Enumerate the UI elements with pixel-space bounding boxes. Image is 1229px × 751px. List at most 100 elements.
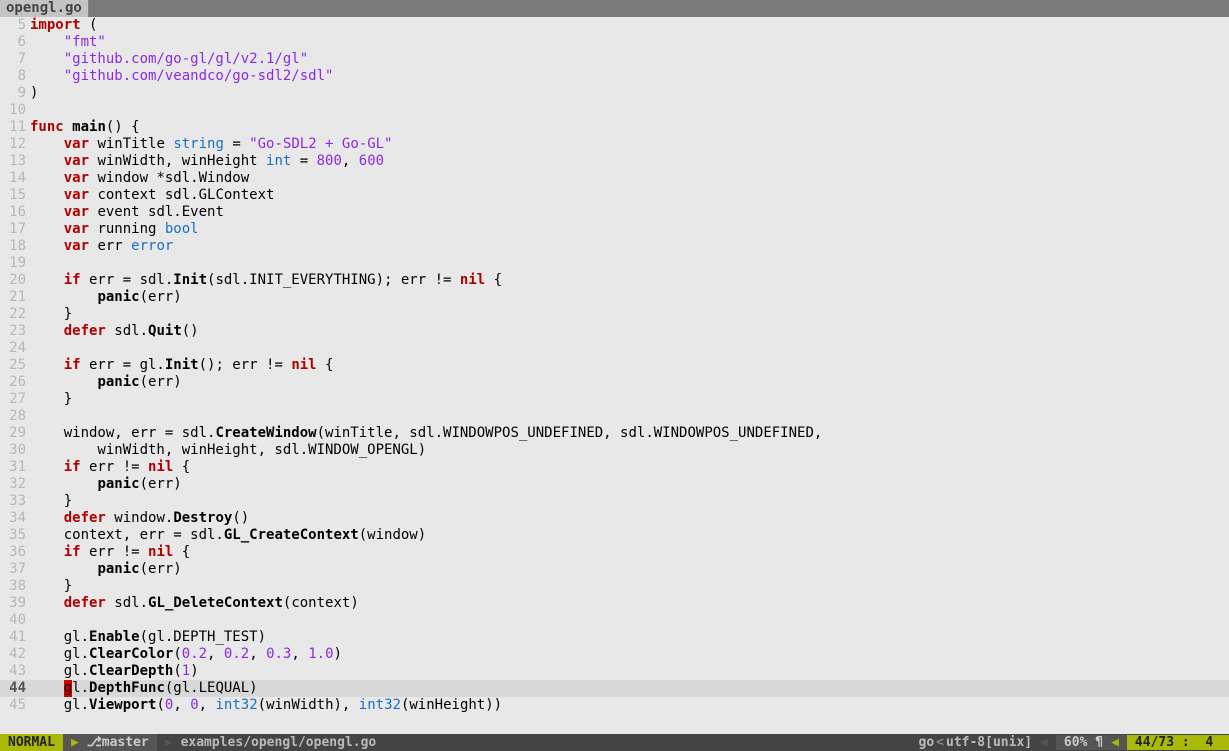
code-content[interactable]: var event sdl.Event [30, 204, 1229, 221]
code-line[interactable]: 14 var window *sdl.Window [0, 170, 1229, 187]
code-content[interactable]: var winWidth, winHeight int = 800, 600 [30, 153, 1229, 170]
code-line[interactable]: 11func main() { [0, 119, 1229, 136]
code-line[interactable]: 27 } [0, 391, 1229, 408]
line-number: 33 [0, 493, 30, 510]
code-line[interactable]: 25 if err = gl.Init(); err != nil { [0, 357, 1229, 374]
separator-icon: ▶ [63, 734, 79, 751]
branch-icon: ⎇ [87, 735, 102, 750]
code-line[interactable]: 13 var winWidth, winHeight int = 800, 60… [0, 153, 1229, 170]
code-content[interactable]: var winTitle string = "Go-SDL2 + Go-GL" [30, 136, 1229, 153]
code-content[interactable]: var window *sdl.Window [30, 170, 1229, 187]
code-line[interactable]: 20 if err = sdl.Init(sdl.INIT_EVERYTHING… [0, 272, 1229, 289]
code-content[interactable]: winWidth, winHeight, sdl.WINDOW_OPENGL) [30, 442, 1229, 459]
code-content[interactable]: func main() { [30, 119, 1229, 136]
code-line[interactable]: 45 gl.Viewport(0, 0, int32(winWidth), in… [0, 697, 1229, 714]
code-line[interactable]: 30 winWidth, winHeight, sdl.WINDOW_OPENG… [0, 442, 1229, 459]
code-content[interactable]: } [30, 578, 1229, 595]
code-line[interactable]: 24 [0, 340, 1229, 357]
code-line[interactable]: 8 "github.com/veandco/go-sdl2/sdl" [0, 68, 1229, 85]
line-number: 41 [0, 629, 30, 646]
code-content[interactable]: panic(err) [30, 476, 1229, 493]
code-line[interactable]: 33 } [0, 493, 1229, 510]
code-content[interactable]: defer sdl.Quit() [30, 323, 1229, 340]
line-number: 5 [0, 17, 30, 34]
code-line[interactable]: 5import ( [0, 17, 1229, 34]
code-content[interactable]: defer sdl.GL_DeleteContext(context) [30, 595, 1229, 612]
line-number: 12 [0, 136, 30, 153]
code-content[interactable]: "github.com/go-gl/gl/v2.1/gl" [30, 51, 1229, 68]
code-line[interactable]: 36 if err != nil { [0, 544, 1229, 561]
code-content[interactable]: ) [30, 85, 1229, 102]
code-content[interactable]: panic(err) [30, 374, 1229, 391]
code-content[interactable]: gl.ClearColor(0.2, 0.2, 0.3, 1.0) [30, 646, 1229, 663]
code-content[interactable]: } [30, 493, 1229, 510]
code-content[interactable] [30, 612, 1229, 629]
code-content[interactable]: if err != nil { [30, 544, 1229, 561]
branch-name: master [102, 735, 149, 750]
code-line[interactable]: 18 var err error [0, 238, 1229, 255]
code-line[interactable]: 9) [0, 85, 1229, 102]
code-content[interactable]: defer window.Destroy() [30, 510, 1229, 527]
code-content[interactable] [30, 255, 1229, 272]
code-line[interactable]: 40 [0, 612, 1229, 629]
line-number: 9 [0, 85, 30, 102]
code-line[interactable]: 35 context, err = sdl.GL_CreateContext(w… [0, 527, 1229, 544]
code-line[interactable]: 37 panic(err) [0, 561, 1229, 578]
status-mode: NORMAL [0, 734, 63, 751]
code-content[interactable]: if err = sdl.Init(sdl.INIT_EVERYTHING); … [30, 272, 1229, 289]
separator-icon: ▶ [157, 734, 173, 751]
code-line[interactable]: 21 panic(err) [0, 289, 1229, 306]
code-content[interactable]: var err error [30, 238, 1229, 255]
code-line[interactable]: 12 var winTitle string = "Go-SDL2 + Go-G… [0, 136, 1229, 153]
code-content[interactable] [30, 408, 1229, 425]
line-number: 16 [0, 204, 30, 221]
tab-opengl[interactable]: opengl.go [0, 0, 89, 17]
code-line[interactable]: 16 var event sdl.Event [0, 204, 1229, 221]
separator-icon: ◀ [1111, 735, 1127, 750]
code-line[interactable]: 23 defer sdl.Quit() [0, 323, 1229, 340]
code-line[interactable]: 26 panic(err) [0, 374, 1229, 391]
code-content[interactable]: } [30, 306, 1229, 323]
code-content[interactable]: panic(err) [30, 561, 1229, 578]
code-content[interactable]: "github.com/veandco/go-sdl2/sdl" [30, 68, 1229, 85]
code-line[interactable]: 17 var running bool [0, 221, 1229, 238]
code-line[interactable]: 44 gl.DepthFunc(gl.LEQUAL) [0, 680, 1229, 697]
code-line[interactable]: 34 defer window.Destroy() [0, 510, 1229, 527]
code-line[interactable]: 31 if err != nil { [0, 459, 1229, 476]
code-content[interactable] [30, 102, 1229, 119]
code-line[interactable]: 41 gl.Enable(gl.DEPTH_TEST) [0, 629, 1229, 646]
code-content[interactable]: import ( [30, 17, 1229, 34]
editor-area[interactable]: 5import (6 "fmt"7 "github.com/go-gl/gl/v… [0, 17, 1229, 734]
line-number: 15 [0, 187, 30, 204]
code-content[interactable]: if err != nil { [30, 459, 1229, 476]
code-line[interactable]: 42 gl.ClearColor(0.2, 0.2, 0.3, 1.0) [0, 646, 1229, 663]
code-line[interactable]: 7 "github.com/go-gl/gl/v2.1/gl" [0, 51, 1229, 68]
code-line[interactable]: 10 [0, 102, 1229, 119]
code-content[interactable]: } [30, 391, 1229, 408]
code-content[interactable] [30, 340, 1229, 357]
code-content[interactable]: panic(err) [30, 289, 1229, 306]
line-number: 13 [0, 153, 30, 170]
code-content[interactable]: var running bool [30, 221, 1229, 238]
line-number: 28 [0, 408, 30, 425]
code-content[interactable]: var context sdl.GLContext [30, 187, 1229, 204]
line-number: 38 [0, 578, 30, 595]
code-line[interactable]: 38 } [0, 578, 1229, 595]
code-content[interactable]: context, err = sdl.GL_CreateContext(wind… [30, 527, 1229, 544]
code-content[interactable]: "fmt" [30, 34, 1229, 51]
code-content[interactable]: window, err = sdl.CreateWindow(winTitle,… [30, 425, 1229, 442]
code-content[interactable]: gl.Enable(gl.DEPTH_TEST) [30, 629, 1229, 646]
code-content[interactable]: if err = gl.Init(); err != nil { [30, 357, 1229, 374]
code-line[interactable]: 29 window, err = sdl.CreateWindow(winTit… [0, 425, 1229, 442]
code-line[interactable]: 22 } [0, 306, 1229, 323]
code-line[interactable]: 39 defer sdl.GL_DeleteContext(context) [0, 595, 1229, 612]
code-line[interactable]: 19 [0, 255, 1229, 272]
code-line[interactable]: 32 panic(err) [0, 476, 1229, 493]
code-line[interactable]: 15 var context sdl.GLContext [0, 187, 1229, 204]
code-content[interactable]: gl.DepthFunc(gl.LEQUAL) [30, 680, 1229, 697]
code-content[interactable]: gl.Viewport(0, 0, int32(winWidth), int32… [30, 697, 1229, 714]
code-content[interactable]: gl.ClearDepth(1) [30, 663, 1229, 680]
code-line[interactable]: 28 [0, 408, 1229, 425]
code-line[interactable]: 6 "fmt" [0, 34, 1229, 51]
code-line[interactable]: 43 gl.ClearDepth(1) [0, 663, 1229, 680]
